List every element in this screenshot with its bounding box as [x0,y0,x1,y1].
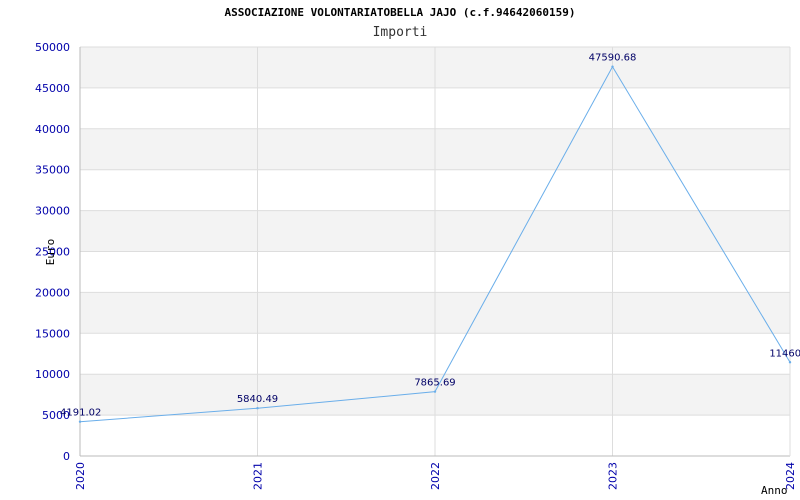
data-label: 5840.49 [237,394,278,405]
y-axis-label: Euro [44,239,57,266]
x-tick-label: 2023 [607,462,620,490]
y-tick-label: 10000 [35,368,70,381]
y-tick-label: 15000 [35,327,70,340]
x-tick-label: 2021 [252,462,265,490]
data-label: 4191.02 [60,408,101,419]
line-chart: 0500010000150002000025000300003500040000… [35,41,800,497]
y-tick-label: 45000 [35,82,70,95]
x-axis-label: Anno [761,484,788,497]
y-tick-label: 35000 [35,164,70,177]
y-tick-label: 40000 [35,123,70,136]
y-tick-label: 0 [63,450,70,463]
data-point [433,390,437,393]
x-tick-label: 2020 [74,462,87,490]
data-point [788,361,792,364]
y-tick-label: 50000 [35,41,70,54]
data-label: 11460.0 [769,348,800,359]
y-tick-label: 20000 [35,286,70,299]
x-tick-label: 2022 [429,462,442,490]
data-point [611,65,614,68]
y-tick-label: 30000 [35,205,70,218]
data-point [256,407,259,410]
data-label: 7865.69 [414,378,455,389]
x-ticks: 2020 2021 2022 2023 2024 [74,462,797,490]
data-label: 47590.68 [589,53,637,64]
data-point [78,420,82,423]
